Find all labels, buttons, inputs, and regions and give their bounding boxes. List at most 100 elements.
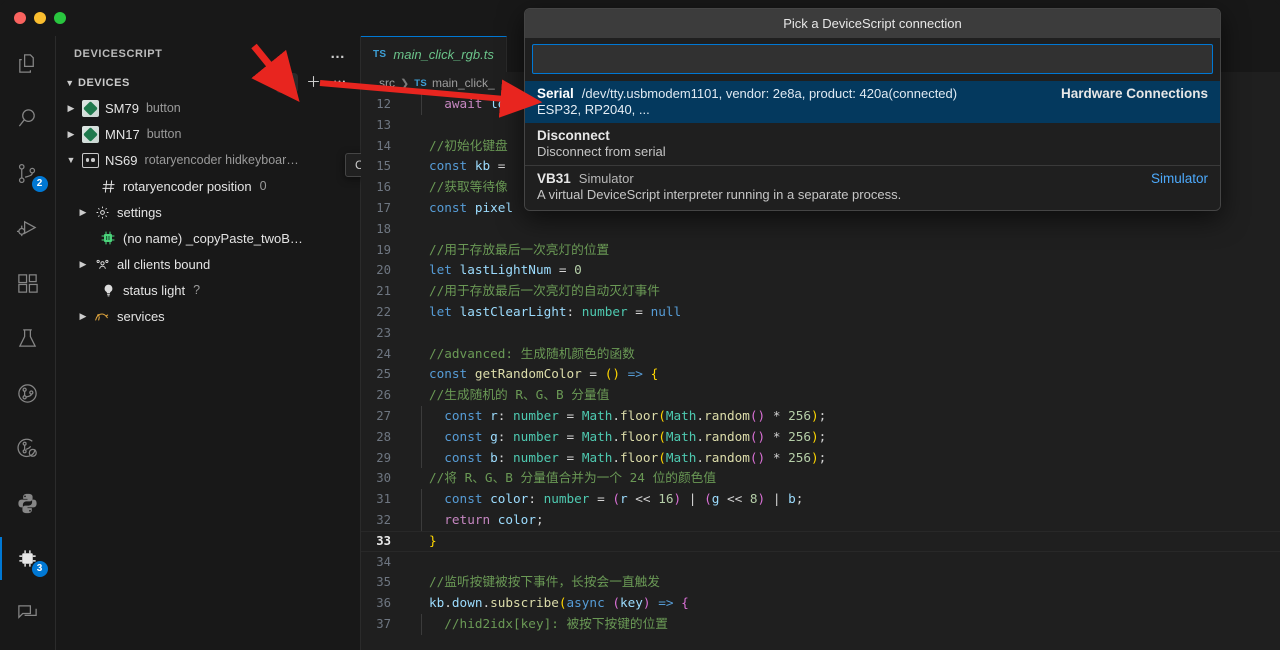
code-line[interactable]: 27 const r: number = Math.floor(Math.ran… (361, 406, 1280, 427)
code-line[interactable]: 36kb.down.subscribe(async (key) => { (361, 593, 1280, 614)
activity-item-gitlens[interactable] (0, 421, 56, 476)
chip-green-icon (80, 126, 100, 143)
code-line[interactable]: 19//用于存放最后一次亮灯的位置 (361, 240, 1280, 261)
quick-pick-item-detail: Disconnect from serial (537, 144, 1208, 159)
code-line[interactable]: 18 (361, 219, 1280, 240)
unnamed-service-label: (no name) _copyPaste_twoB… (123, 231, 303, 246)
code-token: => (658, 595, 673, 610)
quick-pick-item[interactable]: Serial/dev/tty.usbmodem1101, vendor: 2e8… (525, 81, 1220, 123)
quick-pick-item[interactable]: DisconnectDisconnect from serial (525, 123, 1220, 165)
code-token: random (704, 429, 750, 444)
tree-row[interactable]: ▶ SM79 button (56, 95, 360, 121)
code-token: return (444, 512, 490, 527)
devices-more-actions-button[interactable] (328, 73, 350, 93)
activity-item-git-graph[interactable] (0, 366, 56, 421)
add-device-button[interactable] (302, 73, 324, 93)
quick-pick-item-description: Simulator (579, 171, 634, 186)
code-token: 16 (658, 491, 673, 506)
tree-row[interactable]: ▶ MN17 button (56, 121, 360, 147)
code-text: } (407, 531, 437, 552)
activity-item-extensions[interactable] (0, 256, 56, 311)
code-line[interactable]: 37 //hid2idx[key]: 被按下按键的位置 (361, 614, 1280, 635)
tree-row[interactable]: ▼ NS69 rotaryencoder hidkeyboar… (56, 147, 360, 173)
code-token: ) (674, 491, 682, 506)
line-number: 18 (361, 219, 407, 240)
code-token (620, 366, 628, 381)
code-text: //用于存放最后一次亮灯的位置 (407, 240, 609, 261)
activity-item-testing[interactable] (0, 311, 56, 366)
tree-row[interactable]: ▶ all clients bound (56, 251, 360, 277)
activity-item-devicescript[interactable]: 3 (0, 531, 56, 586)
tree-row[interactable]: ▶ services (56, 303, 360, 329)
minimize-window-button[interactable] (34, 12, 46, 24)
code-line[interactable]: 29 const b: number = Math.floor(Math.ran… (361, 448, 1280, 469)
tree-row[interactable]: ▶ (no name) _copyPaste_twoB… (56, 225, 360, 251)
code-line[interactable]: 28 const g: number = Math.floor(Math.ran… (361, 427, 1280, 448)
code-token: . (696, 429, 704, 444)
code-line[interactable]: 20let lastLightNum = 0 (361, 260, 1280, 281)
devices-section-header[interactable]: ▼ DEVICES (56, 71, 360, 95)
activity-item-explorer[interactable] (0, 36, 56, 91)
code-text: const g: number = Math.floor(Math.random… (407, 427, 826, 448)
chevron-right-icon[interactable]: ▶ (74, 259, 92, 270)
code-token: : (498, 450, 513, 465)
line-number: 36 (361, 593, 407, 614)
code-token: . (612, 429, 620, 444)
code-line[interactable]: 33} (361, 531, 1280, 552)
chevron-down-icon[interactable]: ▼ (62, 155, 80, 165)
tree-row[interactable]: ▶ status light ? (56, 277, 360, 303)
code-line[interactable]: 24//advanced: 生成随机颜色的函数 (361, 344, 1280, 365)
code-token (467, 158, 475, 173)
quick-pick-input[interactable] (532, 44, 1213, 74)
chevron-right-icon: ❯ (400, 77, 409, 90)
breadcrumb-item-src[interactable]: src (379, 76, 395, 90)
sidebar-more-actions-icon[interactable]: … (330, 45, 346, 62)
code-line[interactable]: 21//用于存放最后一次亮灯的自动灭灯事件 (361, 281, 1280, 302)
quick-pick-item-detail: A virtual DeviceScript interpreter runni… (537, 187, 1208, 202)
chevron-right-icon[interactable]: ▶ (74, 311, 92, 322)
code-token: ) (811, 429, 819, 444)
code-line[interactable]: 34 (361, 552, 1280, 573)
code-token (429, 96, 444, 111)
code-line[interactable]: 22let lastClearLight: number = null (361, 302, 1280, 323)
code-line[interactable]: 31 const color: number = (r << 16) | (g … (361, 489, 1280, 510)
quick-pick-item[interactable]: VB31SimulatorSimulatorA virtual DeviceSc… (525, 165, 1220, 208)
line-number: 12 (361, 94, 407, 115)
device-name: NS69 (105, 153, 138, 168)
tree-row[interactable]: ▶ rotaryencoder position 0 (56, 173, 360, 199)
code-line[interactable]: 23 (361, 323, 1280, 344)
code-token: floor (620, 429, 658, 444)
code-text: //用于存放最后一次亮灯的自动灭灯事件 (407, 281, 660, 302)
connect-button[interactable] (276, 73, 298, 93)
code-token: color (498, 512, 536, 527)
close-window-button[interactable] (14, 12, 26, 24)
code-line[interactable]: 30//将 R、G、B 分量值合并为一个 24 位的颜色值 (361, 468, 1280, 489)
activity-item-comments[interactable] (0, 586, 56, 641)
code-token: ; (796, 491, 804, 506)
chevron-right-icon[interactable]: ▶ (62, 103, 80, 114)
activity-item-source-control[interactable]: 2 (0, 146, 56, 201)
tree-row[interactable]: ▶ settings (56, 199, 360, 225)
activity-item-run-and-debug[interactable] (0, 201, 56, 256)
chevron-down-icon: ▼ (62, 78, 78, 88)
tab-main-click-rgb[interactable]: TS main_click_rgb.ts (361, 36, 507, 72)
activity-item-search[interactable] (0, 91, 56, 146)
indent-guide (421, 448, 422, 469)
breadcrumb-item-file[interactable]: main_click_ (432, 76, 495, 90)
code-token (429, 616, 444, 631)
line-number: 14 (361, 136, 407, 157)
zoom-window-button[interactable] (54, 12, 66, 24)
code-line[interactable]: 26//生成随机的 R、G、B 分量值 (361, 385, 1280, 406)
code-line[interactable]: 32 return color; (361, 510, 1280, 531)
chevron-right-icon[interactable]: ▶ (62, 129, 80, 140)
activity-item-python[interactable] (0, 476, 56, 531)
chevron-right-icon[interactable]: ▶ (74, 207, 92, 218)
code-token: . (444, 595, 452, 610)
code-token: = (490, 158, 513, 173)
code-text: await led.s (407, 94, 528, 115)
line-number: 28 (361, 427, 407, 448)
code-token: 0 (574, 262, 582, 277)
code-line[interactable]: 25const getRandomColor = () => { (361, 364, 1280, 385)
code-line[interactable]: 35//监听按键被按下事件，长按会一直触发 (361, 572, 1280, 593)
code-token: Math (582, 450, 613, 465)
